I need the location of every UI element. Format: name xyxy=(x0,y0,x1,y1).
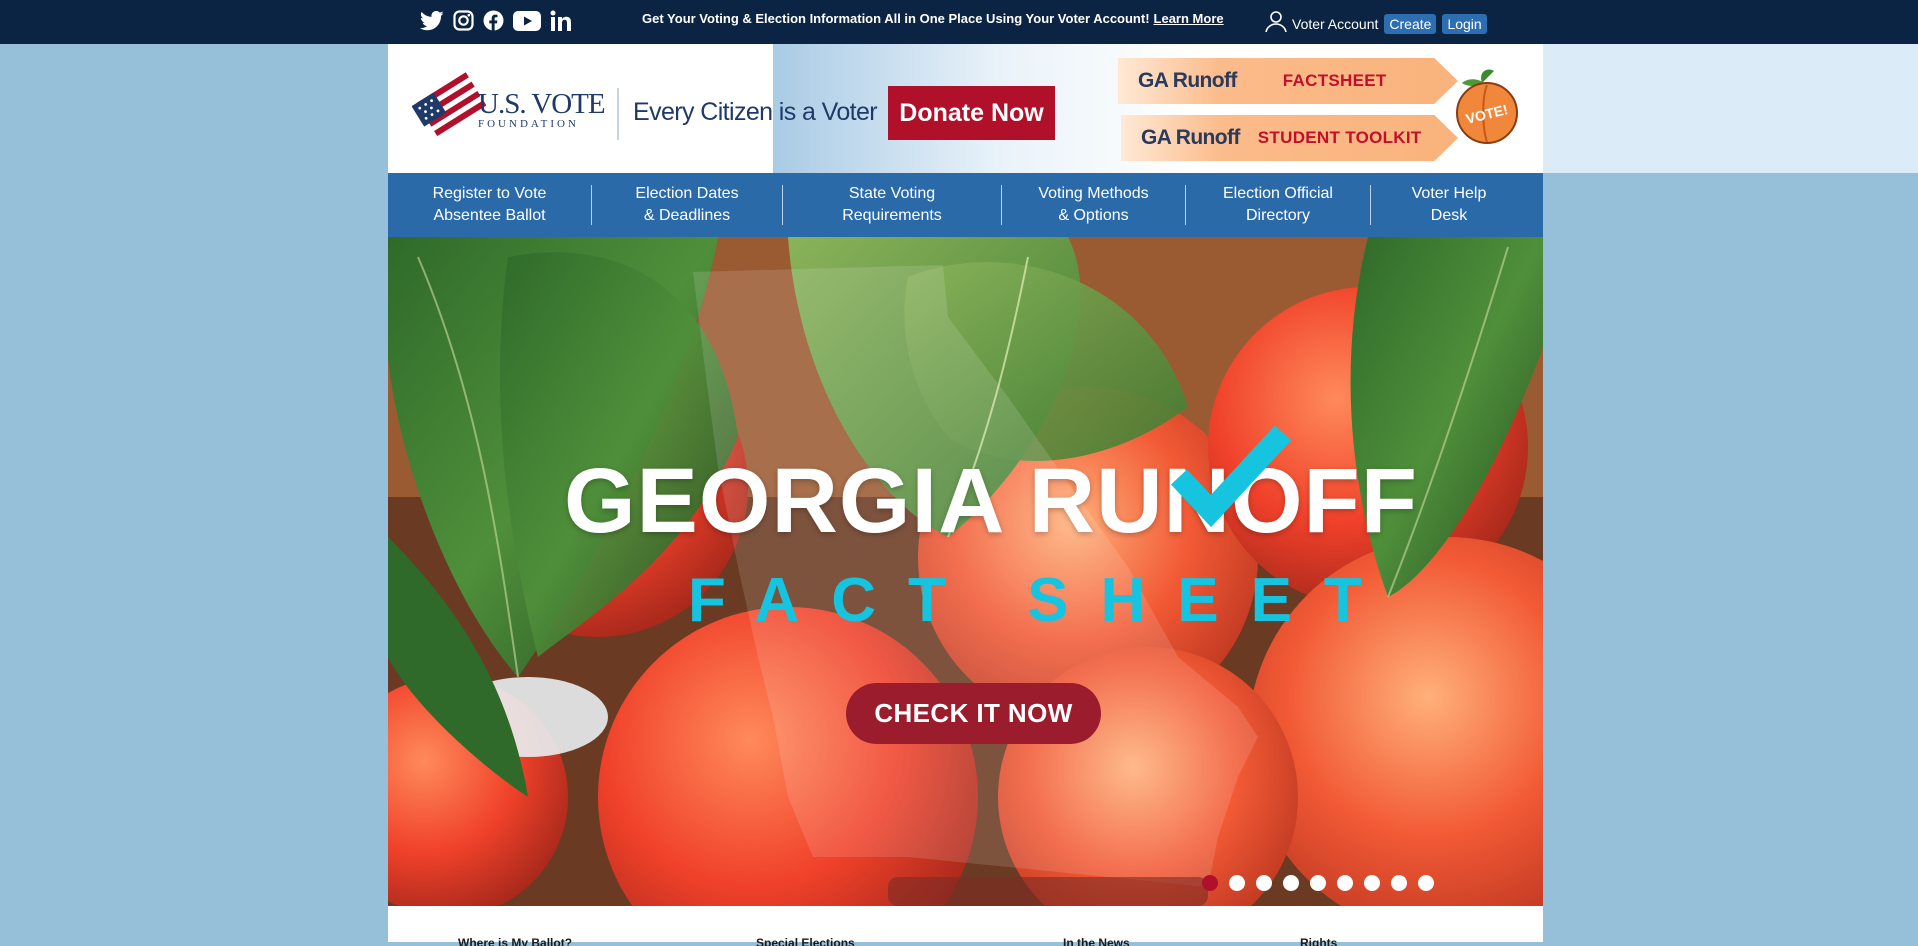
nav-label-line1: Election Dates xyxy=(635,185,739,202)
nav-item-voting-methods[interactable]: Voting Methods & Options xyxy=(1002,183,1185,227)
nav-divider xyxy=(1370,185,1371,225)
quick-link[interactable]: In the News xyxy=(1063,936,1130,946)
nav-label-line1: Voting Methods xyxy=(1038,185,1149,202)
instagram-icon[interactable] xyxy=(453,10,474,36)
social-links xyxy=(419,10,572,36)
nav-item-register-absentee[interactable]: Register to Vote Absentee Ballot xyxy=(388,183,591,227)
hero-subtitle: FACT SHEET xyxy=(688,566,1394,635)
flag-icon xyxy=(411,72,487,141)
donate-button[interactable]: Donate Now xyxy=(888,86,1055,140)
login-button[interactable]: Login xyxy=(1442,13,1487,34)
youtube-icon[interactable] xyxy=(513,10,541,36)
nav-label-line1: Register to Vote xyxy=(432,185,547,202)
tab-label-left: GA Runoff xyxy=(1141,126,1240,149)
nav-item-official-directory[interactable]: Election Official Directory xyxy=(1186,183,1370,227)
nav-label-line1: Election Official xyxy=(1223,185,1333,202)
nav-item-help-desk[interactable]: Voter Help Desk xyxy=(1371,183,1527,227)
nav-divider xyxy=(1001,185,1002,225)
slider-dot[interactable] xyxy=(1229,875,1245,891)
quick-link[interactable]: Rights xyxy=(1300,936,1337,946)
tab-label-right: STUDENT TOOLKIT xyxy=(1257,128,1422,147)
quick-link[interactable]: Special Elections xyxy=(756,936,855,946)
create-account-button[interactable]: Create xyxy=(1384,13,1437,34)
nav-label-line2: & Deadlines xyxy=(643,207,731,224)
nav-item-election-dates[interactable]: Election Dates & Deadlines xyxy=(592,183,782,227)
site-header: U.S. VOTE FOUNDATION Every Citizen is a … xyxy=(388,44,1543,173)
voter-account-label: Voter Account xyxy=(1292,15,1379,32)
nav-divider xyxy=(782,185,783,225)
slider-dot[interactable] xyxy=(1364,875,1380,891)
logo-title: U.S. VOTE xyxy=(478,87,606,120)
tab-label-right: FACTSHEET xyxy=(1282,71,1387,90)
linkedin-icon[interactable] xyxy=(550,10,572,36)
checkmark-icon xyxy=(1170,415,1292,540)
voter-account: Voter Account Create Login xyxy=(1264,9,1493,38)
us-vote-logo[interactable]: U.S. VOTE FOUNDATION xyxy=(411,72,606,141)
nav-item-state-requirements[interactable]: State Voting Requirements xyxy=(783,183,1001,227)
peach-vote-badge: VOTE! xyxy=(1454,67,1520,152)
learn-more-link[interactable]: Learn More xyxy=(1154,11,1224,26)
tab-label-left: GA Runoff xyxy=(1138,69,1237,92)
announcement-text: Get Your Voting & Election Information A… xyxy=(642,11,1150,26)
twitter-icon[interactable] xyxy=(419,10,444,36)
nav-label-line1: State Voting xyxy=(848,185,936,202)
logo-divider xyxy=(617,88,619,140)
hero-slider: GEORGIA RUNOFF FACT SHEET CHECK IT NOW xyxy=(388,237,1543,906)
nav-label-line2: Desk xyxy=(1430,207,1468,224)
slider-dot[interactable] xyxy=(1337,875,1353,891)
quick-link[interactable]: Where is My Ballot? xyxy=(458,936,572,946)
ga-runoff-student-toolkit-link[interactable]: GA Runoff STUDENT TOOLKIT xyxy=(1121,115,1458,161)
main-nav: Register to Vote Absentee Ballot Electio… xyxy=(388,173,1543,237)
nav-label-line2: Requirements xyxy=(842,207,942,224)
ga-runoff-factsheet-link[interactable]: GA Runoff FACTSHEET xyxy=(1118,58,1458,104)
slider-dots xyxy=(1202,875,1434,891)
slider-dot[interactable] xyxy=(1256,875,1272,891)
nav-label-line2: Directory xyxy=(1245,207,1310,224)
nav-label-line1: Voter Help xyxy=(1411,185,1487,202)
nav-label-line2: & Options xyxy=(1058,207,1129,224)
slider-dot[interactable] xyxy=(1310,875,1326,891)
tagline: Every Citizen is a Voter xyxy=(633,98,878,126)
slider-dot[interactable] xyxy=(1202,875,1218,891)
header-side-panel xyxy=(1543,44,1918,173)
nav-divider xyxy=(1185,185,1186,225)
announcement: Get Your Voting & Election Information A… xyxy=(642,11,1224,26)
check-it-now-button[interactable]: CHECK IT NOW xyxy=(846,683,1101,744)
nav-label-line2: Absentee Ballot xyxy=(433,207,546,224)
facebook-icon[interactable] xyxy=(483,10,504,36)
top-bar: Get Your Voting & Election Information A… xyxy=(0,0,1918,44)
slider-dot[interactable] xyxy=(1418,875,1434,891)
slider-dot[interactable] xyxy=(1283,875,1299,891)
user-icon xyxy=(1264,9,1288,38)
slider-dot[interactable] xyxy=(1391,875,1407,891)
quick-links-row: Where is My Ballot? Special Elections In… xyxy=(388,906,1543,946)
nav-divider xyxy=(591,185,592,225)
